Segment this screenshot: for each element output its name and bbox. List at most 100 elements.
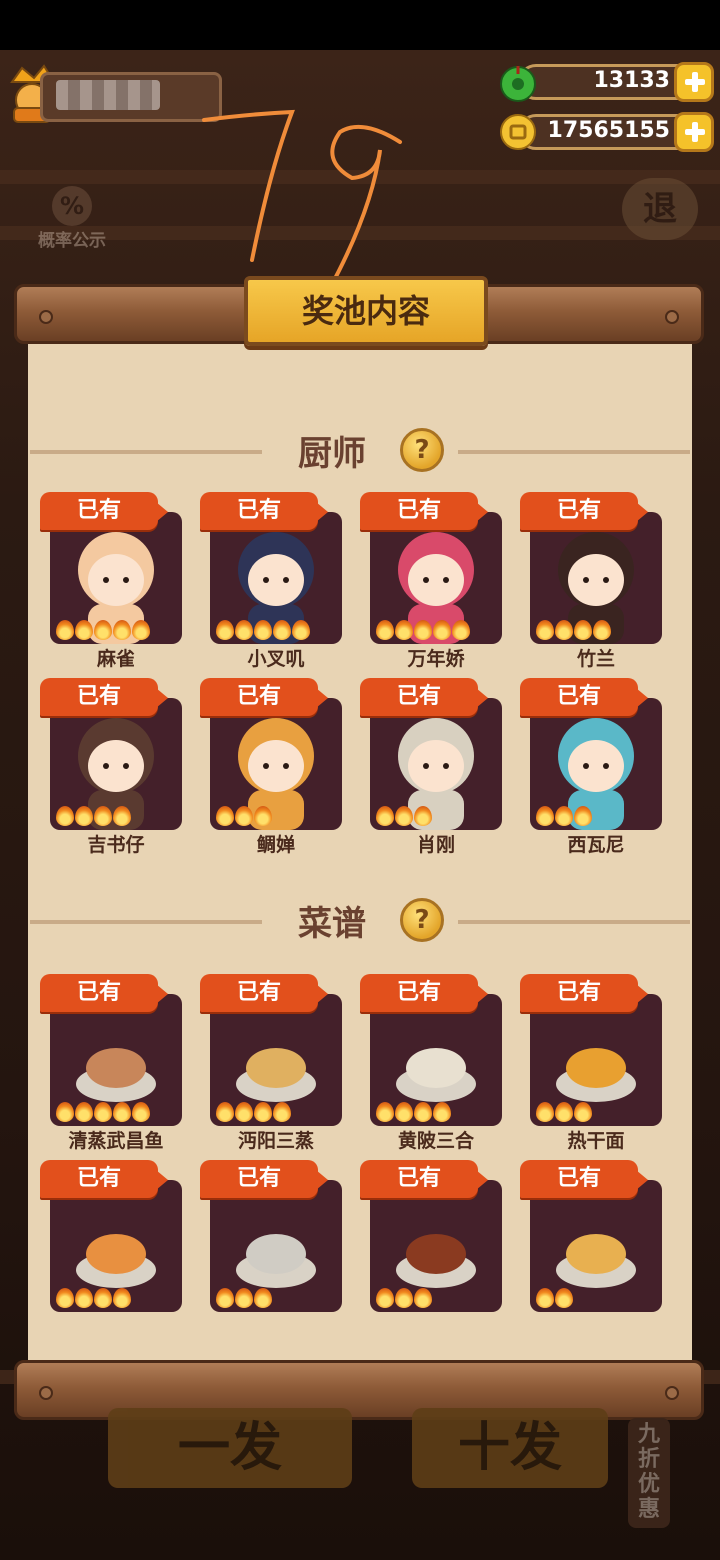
flame-icon [132,620,150,640]
recipe-name: 清蒸武昌鱼 [68,1130,164,1152]
chef-name: 西瓦尼 [567,834,625,856]
owned-badge: 已有 [360,492,488,530]
owned-badge: 已有 [40,678,168,716]
recipe-card[interactable]: 已有 沔阳三蒸 [200,974,360,1152]
prize-pool-paper[interactable]: 厨师 ? 已有 麻雀 已有 小叉叽 已有 万年娇 已有 竹兰 已有 吉书仔 已有 鲷婵 已有 肖刚 已有 西瓦… [28,330,692,1360]
chef-card[interactable]: 已有肖刚 [360,678,520,856]
flame-icon [56,806,74,826]
chef-name: 肖刚 [416,834,455,856]
flame-icon [113,1102,131,1122]
owned-badge: 已有 [40,1160,168,1198]
rarity-flames [376,806,432,828]
flame-icon [254,1102,272,1122]
chef-card[interactable]: 已有 吉书仔 [40,678,200,856]
jade-currency: 13133 [498,62,714,102]
chef-help-icon[interactable]: ? [400,428,444,472]
chef-card[interactable]: 已有小叉叽 [200,492,360,670]
percent-icon: % [52,186,92,226]
flame-icon [555,1102,573,1122]
flame-icon [273,1102,291,1122]
discount-badge: 九折优惠 [628,1418,670,1528]
coin-value: 17565155 [547,118,670,143]
flame-icon [235,620,253,640]
flame-icon [216,620,234,640]
owned-badge: 已有 [360,678,488,716]
rarity-flames [536,1288,573,1310]
flame-icon [376,1288,394,1308]
probability-button[interactable]: % 概率公示 [24,186,120,251]
flame-icon [113,620,131,640]
flame-icon [395,806,413,826]
flame-icon [94,1288,112,1308]
recipe-card[interactable]: 已有 [520,1160,680,1330]
rarity-flames [56,806,131,828]
ten-draw-button[interactable]: 十发 [412,1408,608,1488]
flame-icon [555,806,573,826]
flame-icon [574,1102,592,1122]
add-coins-button[interactable] [674,112,714,152]
recipe-card[interactable]: 已有 [40,1160,200,1330]
exit-button[interactable]: 退 [622,178,698,240]
recipe-card[interactable]: 已有 [360,1160,520,1330]
add-jade-button[interactable] [674,62,714,102]
rarity-flames [536,1102,592,1124]
flame-icon [56,1102,74,1122]
flame-icon [113,806,131,826]
panel-title: 奖池内容 [244,276,488,346]
chef-name: 小叉叽 [247,648,305,670]
rarity-flames [536,620,611,642]
flame-icon [574,806,592,826]
flame-icon [376,806,394,826]
jade-coin-icon [500,66,536,102]
recipe-card[interactable]: 已有 [200,1160,360,1330]
flame-icon [113,1288,131,1308]
copper-coin-icon [500,114,536,150]
flame-icon [254,1288,272,1308]
rarity-flames [216,1102,291,1124]
flame-icon [75,620,93,640]
chef-name: 麻雀 [96,648,135,670]
owned-badge: 已有 [40,974,168,1012]
rarity-flames [376,620,470,642]
rarity-flames [216,1288,272,1310]
recipe-card[interactable]: 已有 热干面 [520,974,680,1152]
flame-icon [574,620,592,640]
flame-icon [235,1102,253,1122]
flame-icon [292,620,310,640]
owned-badge: 已有 [200,492,328,530]
owned-badge: 已有 [520,1160,648,1198]
flame-icon [273,620,291,640]
recipe-help-icon[interactable]: ? [400,898,444,942]
owned-badge: 已有 [360,974,488,1012]
chef-card[interactable]: 已有万年娇 [360,492,520,670]
recipe-name: 黄陂三合 [397,1130,474,1152]
chef-name: 万年娇 [407,648,465,670]
flame-icon [56,620,74,640]
flame-icon [94,620,112,640]
recipe-card[interactable]: 已有黄陂三合 [360,974,520,1152]
flame-icon [254,620,272,640]
recipe-section-title: 菜谱 [298,904,366,944]
chef-card[interactable]: 已有 竹兰 [520,492,680,670]
coin-currency: 17565155 [498,112,714,152]
flame-icon [132,1102,150,1122]
flame-icon [235,806,253,826]
single-draw-button[interactable]: 一发 [108,1408,352,1488]
flame-icon [536,620,554,640]
rarity-flames [216,620,310,642]
flame-icon [555,620,573,640]
chef-card[interactable]: 已有 麻雀 [40,492,200,670]
flame-icon [376,620,394,640]
chef-card[interactable]: 已有 西瓦尼 [520,678,680,856]
recipe-card[interactable]: 已有清蒸武昌鱼 [40,974,200,1152]
owned-badge: 已有 [520,974,648,1012]
flame-icon [75,1288,93,1308]
flame-icon [75,1102,93,1122]
chef-card[interactable]: 已有 鲷婵 [200,678,360,856]
flame-icon [536,1102,554,1122]
chef-name: 竹兰 [576,648,615,670]
flame-icon [452,620,470,640]
rarity-flames [56,620,150,642]
rarity-flames [56,1102,150,1124]
owned-badge: 已有 [200,1160,328,1198]
